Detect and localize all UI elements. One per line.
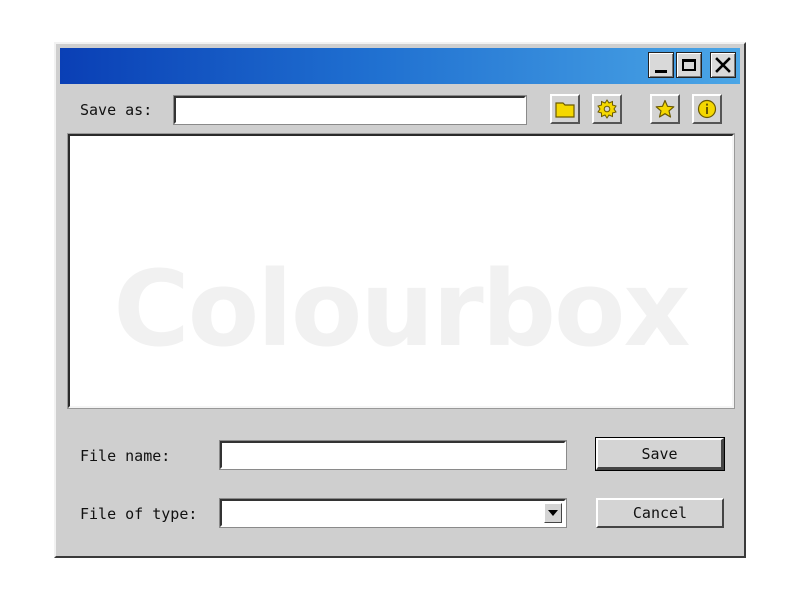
close-button[interactable] [710,52,736,78]
gear-icon [597,99,617,119]
favorite-button[interactable] [650,94,680,124]
minimize-button[interactable] [648,52,674,78]
info-icon [697,99,717,119]
maximize-button[interactable] [676,52,702,78]
file-name-label: File name: [80,447,171,465]
chevron-down-icon [548,509,558,516]
folder-icon [555,102,575,118]
save-button[interactable]: Save [595,437,725,471]
save-dialog: Save as: Colourbox File name: Save File … [54,42,746,558]
close-icon [715,57,731,73]
minimize-icon [655,69,667,73]
info-button[interactable] [692,94,722,124]
maximize-icon [682,59,696,71]
title-bar[interactable] [60,48,740,84]
folder-button[interactable] [550,94,580,124]
watermark: Colourbox [113,248,690,370]
file-type-label: File of type: [80,505,198,523]
save-as-input[interactable] [173,95,527,125]
dropdown-button[interactable] [544,503,562,523]
settings-button[interactable] [592,94,622,124]
cancel-button[interactable]: Cancel [596,498,724,528]
star-icon [655,99,675,118]
file-list[interactable]: Colourbox [67,133,735,409]
file-type-select[interactable] [219,498,567,528]
save-as-label: Save as: [80,101,153,119]
file-name-input[interactable] [219,440,567,470]
